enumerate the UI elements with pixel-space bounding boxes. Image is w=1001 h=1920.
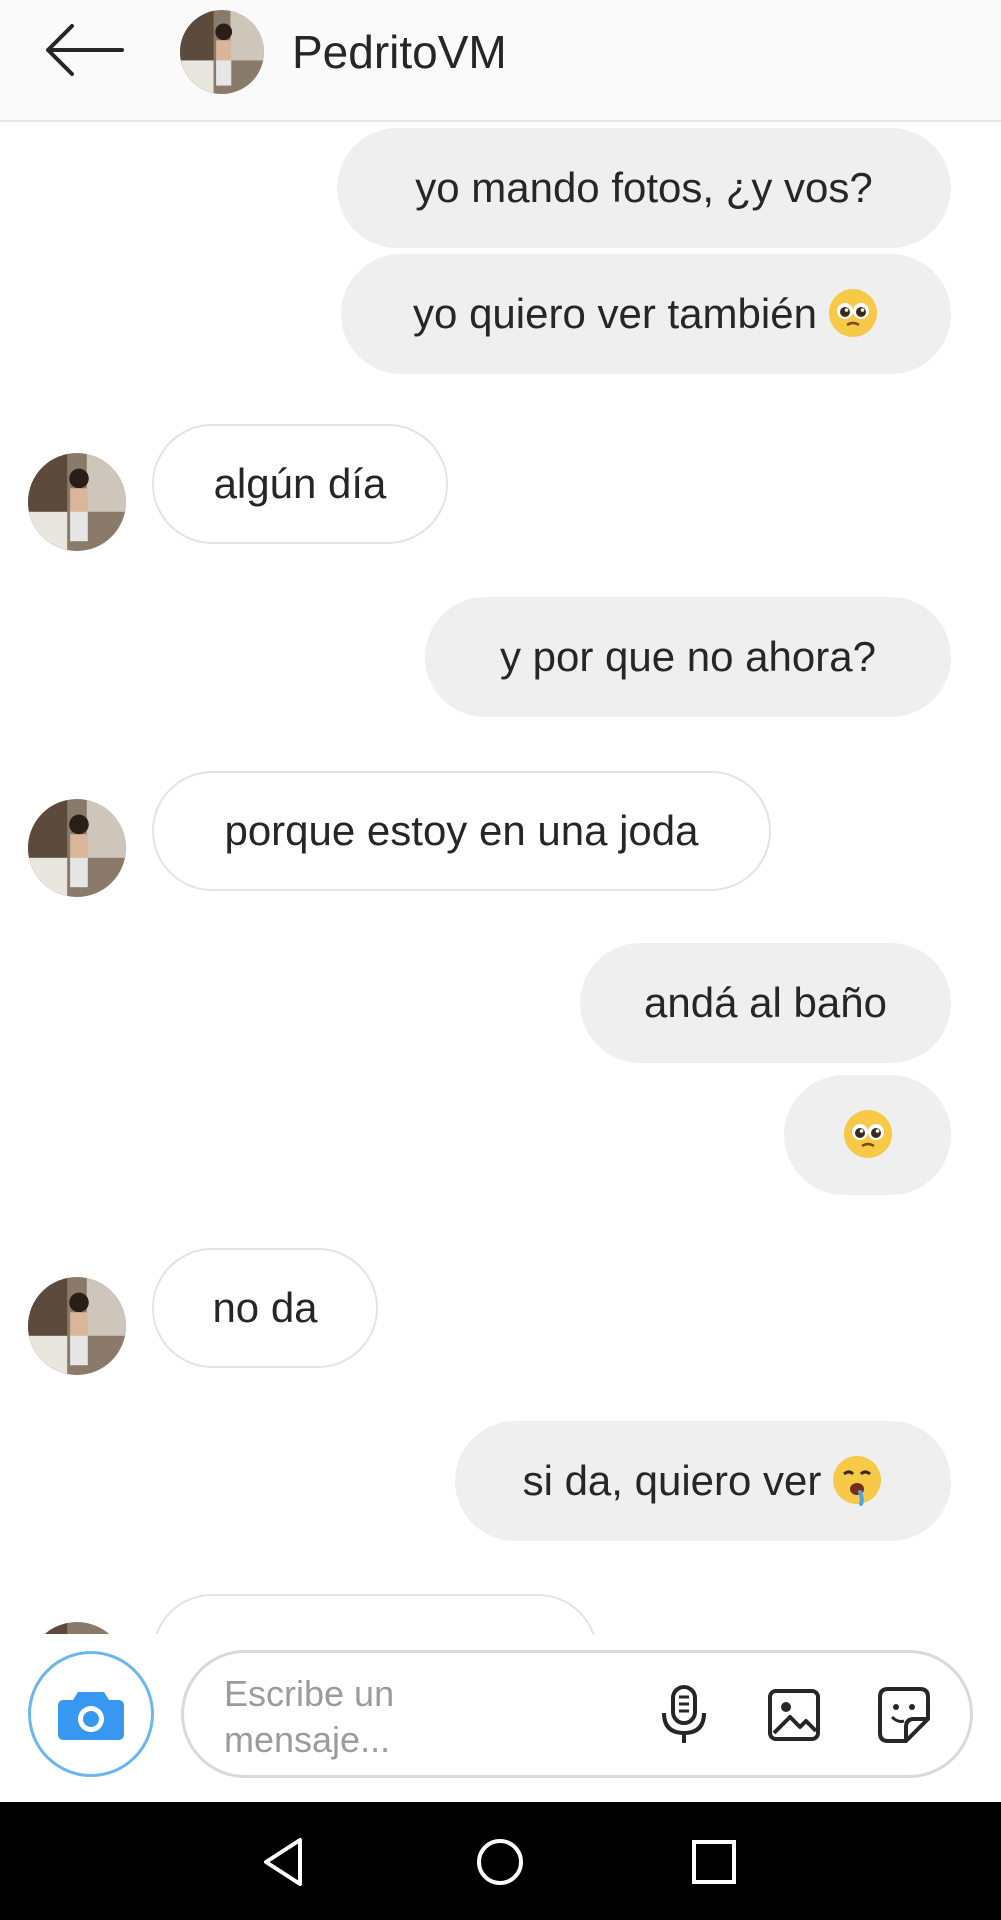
image-icon[interactable]: [764, 1683, 824, 1747]
sticker-icon[interactable]: [874, 1683, 934, 1747]
message-bubble-incoming[interactable]: algún día: [152, 424, 448, 544]
nav-home-icon[interactable]: [470, 1832, 530, 1892]
message-text: yo quiero ver también: [413, 290, 817, 337]
message-bubble-incoming-partial[interactable]: [152, 1594, 598, 1634]
message-text: porque estoy en una joda: [224, 807, 699, 854]
contact-avatar[interactable]: [28, 1622, 126, 1634]
contact-avatar[interactable]: [180, 10, 264, 94]
message-input[interactable]: Escribe un mensaje...: [181, 1650, 973, 1778]
message-text: andá al baño: [644, 979, 887, 1026]
nav-back-icon[interactable]: [256, 1832, 316, 1892]
contact-avatar[interactable]: [28, 453, 126, 551]
message-bubble-outgoing[interactable]: yo mando fotos, ¿y vos?: [337, 128, 951, 248]
contact-avatar[interactable]: [28, 1277, 126, 1375]
message-composer: Escribe un mensaje...: [0, 1636, 1001, 1802]
nav-recents-icon[interactable]: [684, 1832, 744, 1892]
system-nav-bar: [0, 1802, 1001, 1920]
camera-button[interactable]: [28, 1651, 154, 1777]
message-text: no da: [212, 1284, 318, 1331]
message-bubble-outgoing[interactable]: [784, 1075, 951, 1195]
message-bubble-outgoing[interactable]: andá al baño: [580, 943, 951, 1063]
message-text: yo mando fotos, ¿y vos?: [415, 164, 873, 211]
message-text: si da, quiero ver: [522, 1457, 822, 1504]
drooling-face-icon: [831, 1454, 883, 1506]
message-bubble-incoming[interactable]: no da: [152, 1248, 378, 1368]
message-bubble-outgoing[interactable]: y por que no ahora?: [425, 597, 951, 717]
contact-avatar[interactable]: [28, 799, 126, 897]
microphone-icon[interactable]: [654, 1683, 714, 1747]
pleading-face-icon: [842, 1108, 894, 1160]
message-bubble-outgoing[interactable]: yo quiero ver también: [341, 254, 951, 374]
message-thread[interactable]: yo mando fotos, ¿y vos? yo quiero ver ta…: [0, 124, 1001, 1634]
message-bubble-outgoing[interactable]: si da, quiero ver: [455, 1421, 951, 1541]
contact-name[interactable]: PedritoVM: [292, 24, 507, 80]
back-arrow-icon[interactable]: [40, 20, 130, 80]
message-input-placeholder: Escribe un mensaje...: [224, 1673, 395, 1760]
message-text: y por que no ahora?: [500, 633, 876, 680]
message-text: algún día: [213, 460, 387, 507]
camera-icon: [58, 1692, 124, 1740]
pleading-face-icon: [827, 287, 879, 339]
chat-header: PedritoVM: [0, 0, 1001, 122]
message-bubble-incoming[interactable]: porque estoy en una joda: [152, 771, 771, 891]
